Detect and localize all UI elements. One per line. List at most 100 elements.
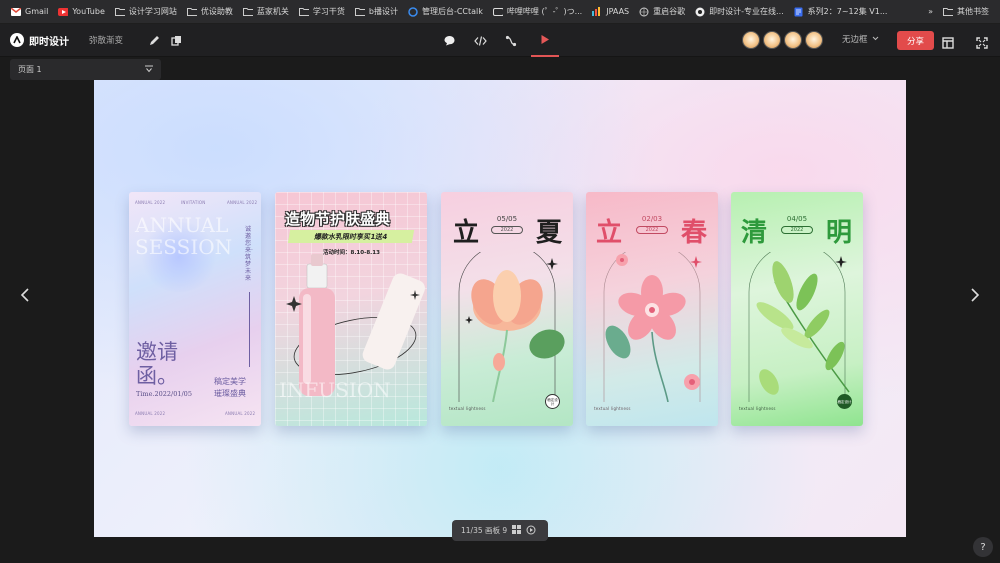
bookmark-label: 其他书签 bbox=[957, 7, 989, 16]
lixia-solar-term-card[interactable]: 立 夏 05/05 2022 textual lightness 稿定设计 bbox=[441, 192, 573, 426]
bookmark-bilibili[interactable]: 哔哩哔哩 (゜-゜)つ... bbox=[488, 0, 587, 24]
solar-term-year: 2022 bbox=[636, 226, 668, 234]
comment-icon[interactable] bbox=[438, 30, 460, 52]
presentation-canvas[interactable]: ANNUAL 2022 INVITATION ANNUAL 2022 ANNUA… bbox=[94, 80, 906, 537]
artboard-counter: 11/35 画板 9 bbox=[461, 526, 508, 535]
folder-icon bbox=[114, 7, 125, 17]
bookmark-cctalk[interactable]: 管理后台-CCtalk bbox=[403, 0, 488, 24]
previous-arrow-icon[interactable] bbox=[17, 285, 33, 305]
present-play-icon[interactable] bbox=[531, 24, 559, 57]
border-dropdown[interactable]: 无边框 bbox=[842, 33, 879, 45]
avatar[interactable] bbox=[784, 31, 802, 49]
overflow-label: » bbox=[928, 7, 933, 16]
prototype-icon[interactable] bbox=[500, 30, 522, 52]
grid-view-icon[interactable] bbox=[512, 525, 522, 536]
bookmark-youtube[interactable]: YouTube bbox=[53, 0, 110, 24]
bookmark-series2[interactable]: 系列2：7~12集 V1... bbox=[789, 0, 893, 24]
dropdown-filter-icon bbox=[144, 64, 154, 76]
solar-term-char-right: 春 bbox=[681, 218, 708, 248]
card-footer-text: textual lightness bbox=[449, 406, 486, 411]
app-name: 即时设计 bbox=[29, 36, 69, 48]
bookmark-jpaas[interactable]: JPAAS bbox=[587, 0, 634, 24]
bookmarks-bar: Gmail YouTube 设计学习网站 优设助教 蓝家机关 学习干货 b播设计… bbox=[0, 0, 1000, 24]
gmail-icon bbox=[11, 7, 21, 17]
bookmark-label: Gmail bbox=[25, 7, 49, 16]
edit-pencil-icon[interactable] bbox=[143, 29, 165, 51]
card-small-text: ANNUAL 2022 bbox=[227, 200, 258, 205]
solar-term-date: 02/03 bbox=[641, 215, 663, 223]
bookmark-other[interactable]: 其他书签 bbox=[938, 0, 994, 24]
avatar[interactable] bbox=[742, 31, 760, 49]
bookmark-folder-youshe[interactable]: 优设助教 bbox=[182, 0, 238, 24]
presentation-bottom-bar: 11/35 画板 9 bbox=[452, 520, 548, 541]
bookmark-label: 优设助教 bbox=[200, 7, 233, 16]
bookmark-gmail[interactable]: Gmail bbox=[6, 0, 53, 24]
invitation-title-line2: 函。 bbox=[136, 364, 178, 388]
solar-term-char-left: 立 bbox=[596, 218, 623, 248]
bookmark-folder-design-learning[interactable]: 设计学习网站 bbox=[110, 0, 182, 24]
solar-term-year: 2022 bbox=[491, 226, 523, 234]
jpaas-icon bbox=[592, 7, 602, 17]
solar-term-char-right: 夏 bbox=[536, 218, 563, 248]
divider bbox=[249, 292, 250, 367]
avatar[interactable] bbox=[805, 31, 823, 49]
peach-blossom-illustration bbox=[603, 252, 702, 402]
bookmark-folder-study[interactable]: 学习干货 bbox=[294, 0, 350, 24]
invitation-subtitle1: 稿定美学 bbox=[214, 377, 246, 386]
brand-stamp: 稿定设计 bbox=[545, 394, 560, 409]
solar-term-char-left: 清 bbox=[741, 218, 768, 248]
folder-icon bbox=[298, 7, 309, 17]
copy-icon[interactable] bbox=[165, 29, 187, 51]
invitation-card[interactable]: ANNUAL 2022 INVITATION ANNUAL 2022 ANNUA… bbox=[129, 192, 261, 426]
help-button[interactable]: ? bbox=[973, 537, 993, 557]
card-footer-text: ANNUAL 2022 bbox=[135, 411, 166, 416]
bookmark-label: 即时设计-专业在线... bbox=[709, 7, 784, 16]
chevron-down-icon bbox=[872, 34, 879, 44]
app-toolbar: 即时设计 弥散渐变 无边框 分享 bbox=[0, 24, 1000, 57]
avatar[interactable] bbox=[763, 31, 781, 49]
bookmark-folder-lanjia[interactable]: 蓝家机关 bbox=[238, 0, 294, 24]
replay-icon[interactable] bbox=[526, 525, 536, 537]
jsdesign-logo-icon bbox=[10, 33, 24, 47]
brand-stamp: 稿定设计 bbox=[837, 394, 852, 409]
bookmark-label: 重启谷歌 bbox=[653, 7, 686, 16]
solar-term-date: 05/05 bbox=[496, 215, 518, 223]
promo-title: 造物节护肤盛典 bbox=[285, 210, 391, 228]
bookmark-folder-bbo[interactable]: b播设计 bbox=[350, 0, 403, 24]
bookmark-label: JPAAS bbox=[606, 7, 630, 16]
bookmark-label: 管理后台-CCtalk bbox=[421, 7, 483, 16]
invitation-time: Time.2022/01/05 bbox=[136, 390, 192, 398]
border-dropdown-label: 无边框 bbox=[842, 35, 868, 45]
card-footer-text: textual lightness bbox=[739, 406, 776, 411]
bookmarks-overflow-button[interactable]: » bbox=[923, 0, 938, 24]
lichun-solar-term-card[interactable]: 立 春 02/03 2022 textual lightness bbox=[586, 192, 718, 426]
lotus-flower-illustration bbox=[458, 252, 565, 402]
bookmark-label: 设计学习网站 bbox=[128, 7, 177, 16]
project-name[interactable]: 弥散渐变 bbox=[89, 34, 123, 46]
app-logo[interactable]: 即时设计 bbox=[0, 33, 69, 48]
layout-panel-icon[interactable] bbox=[942, 34, 954, 53]
card-footer-text: ANNUAL 2022 bbox=[225, 411, 256, 416]
page-selector[interactable]: 页面 1 bbox=[10, 59, 161, 80]
fullscreen-icon[interactable] bbox=[976, 34, 988, 53]
background-text: INFUSION bbox=[279, 378, 391, 402]
qingming-solar-term-card[interactable]: 清 明 04/05 2022 textual lightness 稿定设计 bbox=[731, 192, 863, 426]
share-button[interactable]: 分享 bbox=[897, 31, 934, 50]
bookmark-label: 哔哩哔哩 (゜-゜)つ... bbox=[506, 7, 583, 16]
folder-icon bbox=[943, 7, 953, 17]
solar-term-year: 2022 bbox=[781, 226, 813, 234]
bookmark-jsdesign[interactable]: 即时设计-专业在线... bbox=[690, 0, 789, 24]
skincare-promo-card[interactable]: 造物节护肤盛典 爆款水乳限时享买1送4 活动时间：8.10-8.13 INFUS… bbox=[275, 192, 427, 426]
folder-icon bbox=[354, 7, 365, 17]
folder-icon bbox=[242, 7, 253, 17]
jsdesign-icon bbox=[695, 7, 705, 17]
bookmark-label: b播设计 bbox=[368, 7, 398, 16]
cctalk-icon bbox=[408, 6, 418, 17]
bookmark-restart-google[interactable]: 重启谷歌 bbox=[634, 0, 690, 24]
bookmark-label: 系列2：7~12集 V1... bbox=[807, 7, 888, 16]
card-footer-text: textual lightness bbox=[594, 406, 631, 411]
vertical-text: 诚邀您来·筑梦未来 bbox=[245, 226, 253, 282]
next-arrow-icon[interactable] bbox=[967, 285, 983, 305]
folder-icon bbox=[186, 7, 197, 17]
code-icon[interactable] bbox=[469, 30, 491, 52]
